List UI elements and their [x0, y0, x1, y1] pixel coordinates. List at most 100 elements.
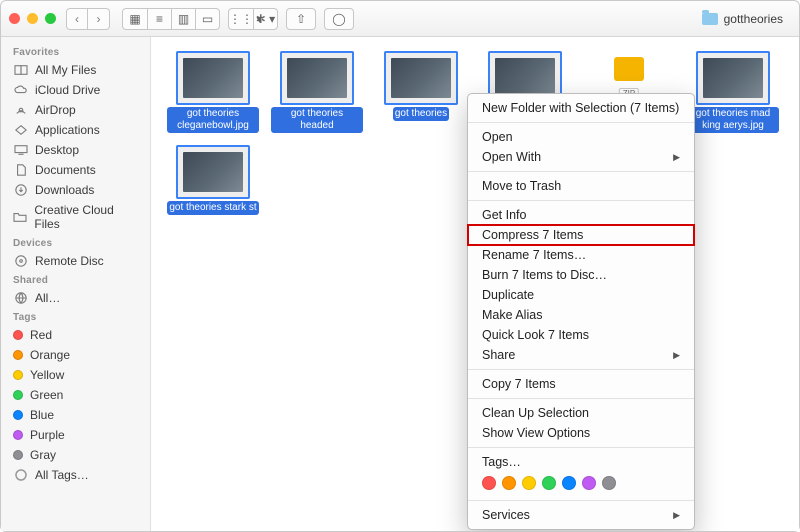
- tag-color-icon: [13, 390, 23, 400]
- sidebar-tag-item[interactable]: Yellow: [1, 365, 150, 385]
- menu-item-label: Open: [482, 130, 513, 144]
- sidebar-item-label: Blue: [30, 408, 54, 422]
- menu-tag-swatch[interactable]: [562, 476, 576, 490]
- sidebar-item-label: Desktop: [35, 143, 79, 157]
- sidebar-shared-header: Shared: [1, 271, 150, 288]
- view-list-button[interactable]: ≡: [147, 9, 171, 29]
- close-window-button[interactable]: [9, 13, 20, 24]
- nav-forward-button[interactable]: ›: [88, 8, 110, 30]
- menu-tag-swatch[interactable]: [482, 476, 496, 490]
- sidebar-item[interactable]: AirDrop: [1, 100, 150, 120]
- menu-item[interactable]: Get Info: [468, 205, 694, 225]
- airdrop-icon: [13, 104, 28, 116]
- menu-item[interactable]: Move to Trash: [468, 176, 694, 196]
- menu-item[interactable]: Make Alias: [468, 305, 694, 325]
- menu-item[interactable]: Share: [468, 345, 694, 365]
- menu-item[interactable]: Clean Up Selection: [468, 403, 694, 423]
- tag-color-icon: [13, 330, 23, 340]
- nav-back-button[interactable]: ‹: [66, 8, 88, 30]
- sidebar-item-label: Creative Cloud Files: [34, 203, 138, 231]
- menu-item-label: Share: [482, 348, 515, 362]
- sidebar-tag-item[interactable]: Blue: [1, 405, 150, 425]
- menu-item-label: Compress 7 Items: [482, 228, 583, 242]
- menu-item[interactable]: Open: [468, 127, 694, 147]
- menu-tag-swatch[interactable]: [542, 476, 556, 490]
- sidebar-item[interactable]: Documents: [1, 160, 150, 180]
- menu-item[interactable]: Services: [468, 505, 694, 525]
- action-gear-button[interactable]: ✲ ▾: [253, 9, 277, 29]
- tag-color-icon: [13, 410, 23, 420]
- sidebar-item[interactable]: All…: [1, 288, 150, 308]
- menu-item-label: Show View Options: [482, 426, 590, 440]
- sidebar-tag-item[interactable]: Green: [1, 385, 150, 405]
- menu-item-label: Clean Up Selection: [482, 406, 589, 420]
- sidebar-tags-all[interactable]: All Tags…: [1, 465, 150, 485]
- view-coverflow-button[interactable]: ▭: [195, 9, 219, 29]
- menu-item-label: Services: [482, 508, 530, 522]
- sidebar-item-label: Purple: [30, 428, 65, 442]
- nav-back-forward: ‹ ›: [66, 8, 110, 30]
- tag-color-icon: [13, 370, 23, 380]
- view-mode-segment: ▦ ≡ ▥ ▭: [122, 8, 220, 30]
- image-thumbnail: [280, 51, 354, 105]
- sidebar-item[interactable]: Desktop: [1, 140, 150, 160]
- sidebar-item-label: AirDrop: [35, 103, 76, 117]
- menu-item[interactable]: Quick Look 7 Items: [468, 325, 694, 345]
- sidebar-tag-item[interactable]: Orange: [1, 345, 150, 365]
- titlebar-folder: gottheories: [702, 12, 783, 26]
- menu-item[interactable]: Compress 7 Items: [468, 225, 694, 245]
- sidebar-item[interactable]: Creative Cloud Files: [1, 200, 150, 234]
- arrange-group: ⋮⋮ ▾ ✲ ▾: [228, 8, 278, 30]
- menu-item-label: Copy 7 Items: [482, 377, 556, 391]
- tag-color-icon: [13, 350, 23, 360]
- view-column-button[interactable]: ▥: [171, 9, 195, 29]
- menu-item[interactable]: Tags…: [468, 452, 694, 472]
- view-icon-button[interactable]: ▦: [123, 9, 147, 29]
- file-item[interactable]: got theories: [375, 51, 467, 133]
- tags-button[interactable]: ◯: [324, 8, 354, 30]
- sidebar-tag-item[interactable]: Gray: [1, 445, 150, 465]
- sidebar-item[interactable]: Downloads: [1, 180, 150, 200]
- zoom-window-button[interactable]: [45, 13, 56, 24]
- menu-item[interactable]: Copy 7 Items: [468, 374, 694, 394]
- sidebar-item-label: Applications: [35, 123, 100, 137]
- sidebar-item-label: Yellow: [30, 368, 64, 382]
- sidebar-item[interactable]: Applications: [1, 120, 150, 140]
- file-item[interactable]: got theories cleganebowl.jpg: [167, 51, 259, 133]
- desktop-icon: [13, 144, 28, 156]
- sidebar-item-label: Green: [30, 388, 63, 402]
- sidebar-tag-item[interactable]: Purple: [1, 425, 150, 445]
- file-item[interactable]: got theories headed: [271, 51, 363, 133]
- share-button[interactable]: ⇧: [286, 8, 316, 30]
- menu-tag-swatch[interactable]: [602, 476, 616, 490]
- menu-item-label: Rename 7 Items…: [482, 248, 586, 262]
- icloud-icon: [13, 84, 28, 96]
- sidebar-item[interactable]: Remote Disc: [1, 251, 150, 271]
- menu-item[interactable]: Show View Options: [468, 423, 694, 443]
- file-item[interactable]: got theories stark st: [167, 145, 259, 215]
- sidebar-item-label: All My Files: [35, 63, 96, 77]
- titlebar: ‹ › ▦ ≡ ▥ ▭ ⋮⋮ ▾ ✲ ▾ ⇧ ◯ gottheories: [1, 1, 799, 37]
- file-browser[interactable]: got theories cleganebowl.jpggot theories…: [151, 37, 799, 531]
- sidebar-tag-item[interactable]: Red: [1, 325, 150, 345]
- menu-item[interactable]: Duplicate: [468, 285, 694, 305]
- sidebar-item-label: Gray: [30, 448, 56, 462]
- sidebar: Favorites All My FilesiCloud DriveAirDro…: [1, 37, 151, 531]
- menu-tag-swatch[interactable]: [522, 476, 536, 490]
- minimize-window-button[interactable]: [27, 13, 38, 24]
- menu-item[interactable]: Rename 7 Items…: [468, 245, 694, 265]
- menu-item[interactable]: New Folder with Selection (7 Items): [468, 98, 694, 118]
- file-item[interactable]: got theories mad king aerys.jpg: [687, 51, 779, 133]
- toolbar-cluster: ▦ ≡ ▥ ▭ ⋮⋮ ▾ ✲ ▾ ⇧ ◯: [122, 8, 354, 30]
- sidebar-item[interactable]: iCloud Drive: [1, 80, 150, 100]
- image-thumbnail: [696, 51, 770, 105]
- menu-item[interactable]: Burn 7 Items to Disc…: [468, 265, 694, 285]
- menu-tag-swatch[interactable]: [502, 476, 516, 490]
- context-menu: New Folder with Selection (7 Items) Open O…: [467, 93, 695, 530]
- menu-item-label: Get Info: [482, 208, 526, 222]
- arrange-button[interactable]: ⋮⋮ ▾: [229, 9, 253, 29]
- documents-icon: [13, 164, 28, 176]
- menu-item[interactable]: Open With: [468, 147, 694, 167]
- menu-tag-swatch[interactable]: [582, 476, 596, 490]
- sidebar-item[interactable]: All My Files: [1, 60, 150, 80]
